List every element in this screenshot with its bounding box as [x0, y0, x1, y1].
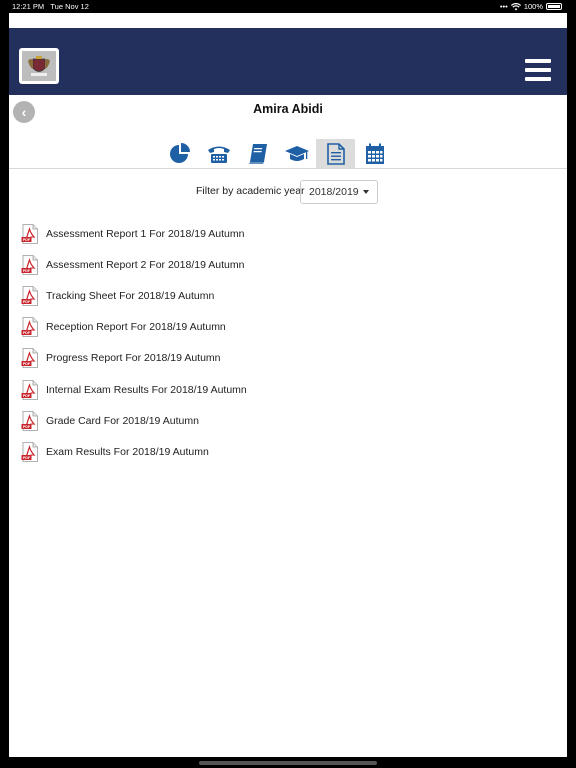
report-label: Progress Report For 2018/19 Autumn [46, 352, 221, 365]
report-list-item[interactable]: PDF Reception Report For 2018/19 Autumn [21, 312, 551, 343]
app-header [9, 28, 567, 95]
svg-text:PDF: PDF [23, 362, 31, 366]
hamburger-bar [525, 59, 551, 63]
pdf-file-icon: PDF [21, 286, 38, 306]
report-label: Grade Card For 2018/19 Autumn [46, 414, 199, 427]
report-label: Assessment Report 1 For 2018/19 Autumn [46, 227, 245, 240]
app-screen: ‹ Amira Abidi Filter by academic year 20… [9, 13, 567, 757]
school-crest-logo[interactable] [19, 48, 59, 84]
tab-homework[interactable] [238, 139, 277, 168]
report-label: Assessment Report 2 For 2018/19 Autumn [46, 258, 245, 271]
report-list: PDF Assessment Report 1 For 2018/19 Autu… [21, 218, 551, 468]
status-time: 12:21 PM [12, 2, 45, 11]
telephone-icon [207, 146, 230, 163]
status-time-date: 12:21 PM Tue Nov 12 [12, 2, 89, 11]
svg-text:PDF: PDF [23, 300, 31, 304]
tab-contacts[interactable] [199, 139, 238, 168]
report-list-item[interactable]: PDF Grade Card For 2018/19 Autumn [21, 405, 551, 436]
status-indicators: ••• 100% [500, 2, 562, 11]
book-icon [248, 143, 267, 164]
report-label: Internal Exam Results For 2018/19 Autumn [46, 383, 247, 396]
svg-text:PDF: PDF [23, 269, 31, 273]
tab-divider [9, 168, 567, 169]
report-list-item[interactable]: PDF Tracking Sheet For 2018/19 Autumn [21, 280, 551, 311]
tab-reports[interactable] [316, 139, 355, 168]
pdf-file-icon: PDF [21, 442, 38, 462]
report-list-item[interactable]: PDF Assessment Report 2 For 2018/19 Autu… [21, 249, 551, 280]
tab-bar [160, 139, 394, 168]
report-label: Reception Report For 2018/19 Autumn [46, 321, 226, 334]
tab-academics[interactable] [277, 139, 316, 168]
home-indicator [199, 761, 377, 765]
pie-chart-icon [169, 142, 190, 163]
report-label: Exam Results For 2018/19 Autumn [46, 445, 209, 458]
filter-label: Filter by academic year [196, 185, 305, 197]
status-date: Tue Nov 12 [50, 2, 89, 11]
caret-down-icon [363, 190, 369, 194]
report-list-item[interactable]: PDF Exam Results For 2018/19 Autumn [21, 436, 551, 467]
pdf-file-icon: PDF [21, 379, 38, 400]
svg-text:PDF: PDF [23, 331, 31, 335]
crest-icon [22, 51, 56, 81]
pdf-file-icon: PDF [21, 317, 38, 338]
pdf-file-icon: PDF [21, 254, 38, 275]
pdf-file-icon: PDF [21, 348, 38, 369]
top-strip [9, 13, 567, 29]
academic-year-select[interactable]: 2018/2019 [300, 180, 378, 204]
report-label: Tracking Sheet For 2018/19 Autumn [46, 289, 215, 302]
logo-image [22, 51, 56, 81]
tab-overview[interactable] [160, 139, 199, 168]
hamburger-icon[interactable] [525, 59, 551, 81]
document-icon [326, 142, 345, 165]
graduation-cap-icon [284, 145, 309, 161]
pdf-file-icon: PDF [21, 223, 38, 244]
battery-icon [546, 3, 562, 10]
signal-dots-icon: ••• [499, 2, 508, 11]
svg-text:PDF: PDF [23, 394, 31, 398]
pdf-file-icon: PDF [21, 410, 38, 431]
calendar-icon [365, 143, 384, 164]
report-list-item[interactable]: PDF Assessment Report 1 For 2018/19 Autu… [21, 218, 551, 249]
tab-calendar[interactable] [355, 139, 394, 168]
report-list-item[interactable]: PDF Progress Report For 2018/19 Autumn [21, 343, 551, 374]
battery-percent: 100% [523, 2, 543, 11]
status-bar: 12:21 PM Tue Nov 12 ••• 100% [0, 0, 576, 13]
page-title: Amira Abidi [253, 102, 323, 116]
hamburger-bar [525, 68, 551, 72]
academic-year-value: 2018/2019 [309, 186, 359, 198]
svg-text:PDF: PDF [23, 238, 31, 242]
svg-text:PDF: PDF [23, 425, 31, 429]
svg-text:PDF: PDF [23, 456, 31, 460]
hamburger-bar [525, 77, 551, 81]
wifi-icon [510, 2, 521, 10]
report-list-item[interactable]: PDF Internal Exam Results For 2018/19 Au… [21, 374, 551, 405]
